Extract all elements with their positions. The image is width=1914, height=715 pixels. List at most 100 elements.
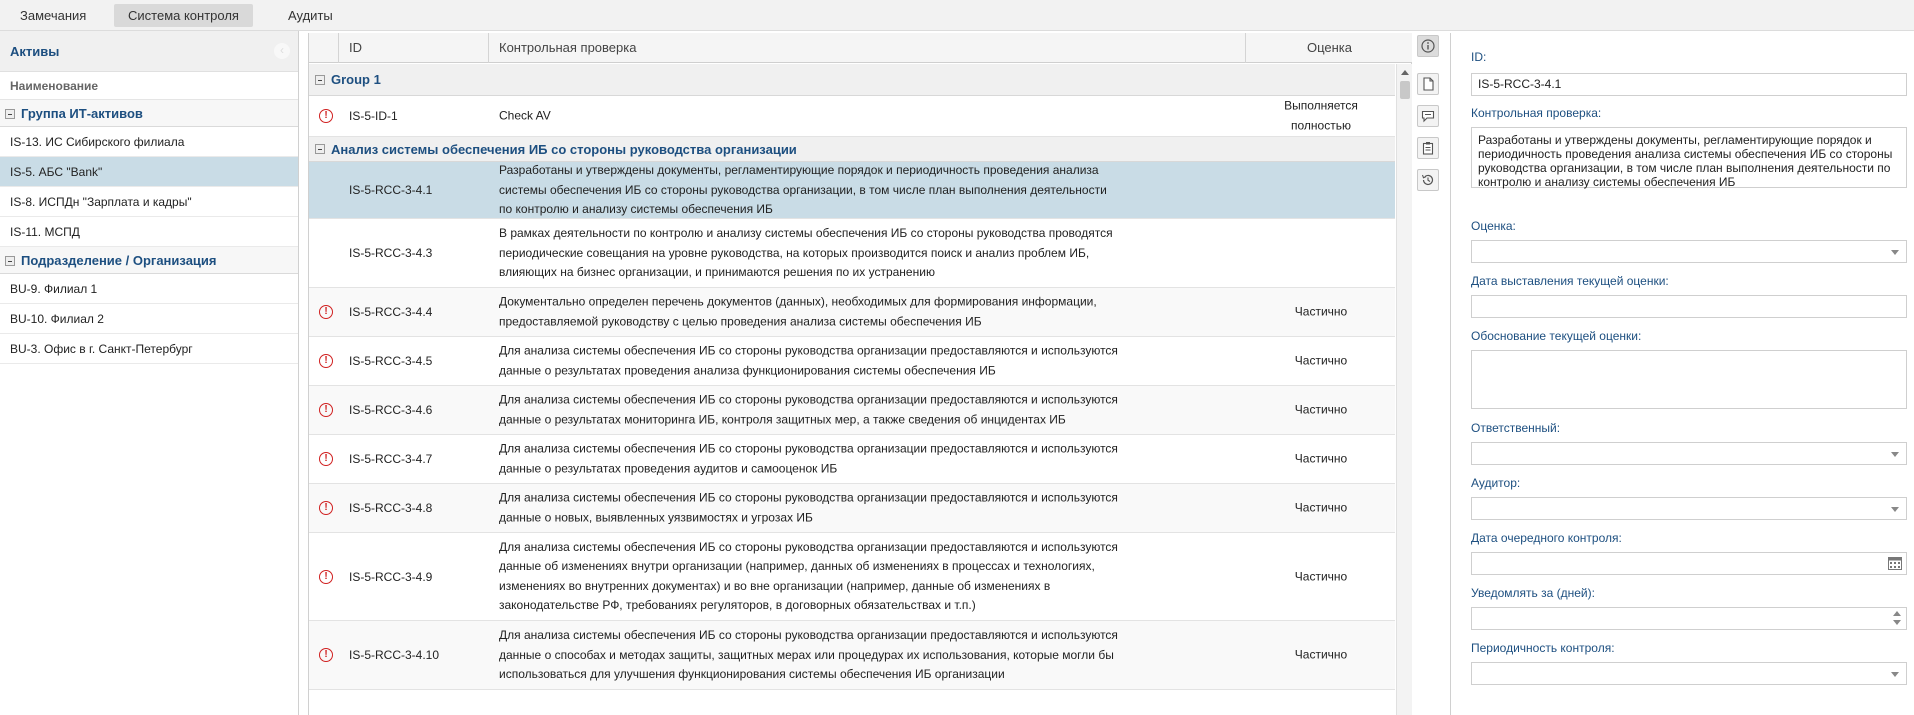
warning-icon: ! [319,501,333,515]
warning-icon: ! [319,569,333,584]
notify-days-field[interactable] [1471,607,1907,630]
name-column-header[interactable]: Наименование [0,72,298,100]
score-select[interactable] [1471,240,1907,263]
chevron-down-icon[interactable] [1891,507,1899,512]
row-description: В рамках деятельности по контролю и анал… [499,225,1113,279]
top-tab-bar: Замечания Система контроля Аудиты [0,0,1914,31]
row-description: Для анализа системы обеспечения ИБ со ст… [499,392,1118,427]
asset-item[interactable]: IS-8. ИСПДн "Зарплата и кадры" [0,187,298,217]
assets-panel-header: Активы ‹ [0,31,298,72]
row-id: IS-5-RCC-3-4.9 [349,569,433,584]
auditor-label: Аудитор: [1471,476,1521,490]
group-label: Подразделение / Организация [21,253,217,268]
grid-body: Group 1 ! IS-5-ID-1 Check AV Выполняется… [309,64,1395,715]
document-button[interactable] [1417,73,1439,95]
history-icon [1421,174,1434,186]
table-row[interactable]: ! IS-5-RCC-3-4.7 Для анализа системы обе… [309,435,1395,484]
notify-days-label: Уведомлять за (дней): [1471,586,1595,600]
table-row[interactable]: IS-5-RCC-3-4.3 В рамках деятельности по … [309,219,1395,288]
asset-item[interactable]: IS-13. ИС Сибирского филиала [0,127,298,157]
row-description: Для анализа системы обеспечения ИБ со ст… [499,343,1118,378]
warning-icon: ! [319,109,333,123]
number-spinner-icon[interactable] [1893,611,1901,625]
score-reason-label: Обоснование текущей оценки: [1471,329,1642,343]
check-field[interactable]: Разработаны и утверждены документы, регл… [1471,127,1907,189]
collapse-group-icon[interactable] [5,109,15,119]
group-departments[interactable]: Подразделение / Организация [0,247,298,274]
row-score: Частично [1294,500,1348,515]
asset-item[interactable]: IS-11. МСПД [0,217,298,247]
tab-remarks[interactable]: Замечания [6,4,100,27]
chevron-down-icon[interactable] [1891,672,1899,677]
collapse-group-icon[interactable] [5,256,15,266]
comment-button[interactable] [1417,105,1439,127]
row-id: IS-5-ID-1 [349,109,398,123]
calendar-icon[interactable] [1888,557,1902,570]
asset-item[interactable]: BU-3. Офис в г. Санкт-Петербург [0,334,298,364]
group-row[interactable]: Анализ системы обеспечения ИБ со стороны… [309,137,1395,162]
row-id: IS-5-RCC-3-4.8 [349,501,433,515]
row-id: IS-5-RCC-3-4.3 [349,246,433,260]
asset-item[interactable]: BU-9. Филиал 1 [0,274,298,304]
score-date-field[interactable] [1471,295,1907,318]
responsible-select[interactable] [1471,442,1907,465]
table-row[interactable]: ! IS-5-RCC-3-4.5 Для анализа системы обе… [309,337,1395,386]
comment-icon [1421,110,1435,123]
collapse-left-icon[interactable]: ‹ [274,43,290,59]
chevron-down-icon[interactable] [1891,452,1899,457]
collapse-group-icon[interactable] [315,144,325,154]
info-button[interactable] [1417,35,1439,57]
row-id: IS-5-RCC-3-4.4 [349,305,433,319]
asset-item-selected[interactable]: IS-5. АБС "Bank" [0,157,298,187]
warning-icon: ! [319,403,333,417]
scroll-up-icon[interactable] [1401,70,1409,75]
row-description: Для анализа системы обеспечения ИБ со ст… [499,627,1118,681]
document-icon [1423,77,1434,91]
row-id: IS-5-RCC-3-4.1 [349,183,433,197]
row-description: Документально определен перечень докумен… [499,294,1097,329]
row-score: Частично [1294,402,1348,417]
group-row[interactable]: Group 1 [309,64,1395,96]
id-field[interactable]: IS-5-RCC-3-4.1 [1471,73,1907,96]
row-id: IS-5-RCC-3-4.5 [349,354,433,368]
icon-column-header[interactable] [309,33,339,63]
row-description: Для анализа системы обеспечения ИБ со ст… [499,490,1118,525]
score-column-header[interactable]: Оценка [1246,33,1413,63]
check-column-header[interactable]: Контрольная проверка [489,33,1246,63]
tab-control-system[interactable]: Система контроля [114,4,253,27]
group-it-assets[interactable]: Группа ИТ-активов [0,100,298,127]
table-row[interactable]: ! IS-5-RCC-3-4.10 Для анализа системы об… [309,621,1395,690]
row-score: Частично [1294,304,1348,319]
collapse-group-icon[interactable] [315,75,325,85]
row-id: IS-5-RCC-3-4.6 [349,403,433,417]
auditor-select[interactable] [1471,497,1907,520]
warning-icon: ! [319,354,333,368]
next-control-date-field[interactable] [1471,552,1907,575]
row-score: Частично [1294,568,1348,583]
grid-scrollbar[interactable] [1396,64,1413,715]
table-row[interactable]: ! IS-5-RCC-3-4.4 Документально определен… [309,288,1395,337]
history-button[interactable] [1417,169,1439,191]
info-icon [1421,39,1435,53]
grid-header: ID Контрольная проверка Оценка [309,33,1413,63]
table-row[interactable]: ! IS-5-ID-1 Check AV Выполняется полност… [309,96,1395,137]
id-column-header[interactable]: ID [339,33,489,63]
chevron-down-icon[interactable] [1891,250,1899,255]
warning-icon: ! [319,452,333,466]
clipboard-button[interactable] [1417,137,1439,159]
asset-item[interactable]: BU-10. Филиал 2 [0,304,298,334]
row-description: Для анализа системы обеспечения ИБ со ст… [499,539,1118,613]
table-row[interactable]: ! IS-5-RCC-3-4.9 Для анализа системы обе… [309,533,1395,621]
assets-panel-title: Активы [10,44,60,59]
scroll-thumb[interactable] [1400,81,1410,99]
control-period-select[interactable] [1471,662,1907,685]
clipboard-icon [1422,142,1434,155]
control-period-label: Периодичность контроля: [1471,641,1615,655]
tab-audits[interactable]: Аудиты [274,4,347,27]
table-row[interactable]: ! IS-5-RCC-3-4.8 Для анализа системы обе… [309,484,1395,533]
score-reason-field[interactable] [1471,350,1907,409]
group-label: Группа ИТ-активов [21,106,143,121]
table-row[interactable]: ! IS-5-RCC-3-4.6 Для анализа системы обе… [309,386,1395,435]
table-row-selected[interactable]: IS-5-RCC-3-4.1 Разработаны и утверждены … [309,162,1395,219]
warning-icon: ! [319,648,333,662]
